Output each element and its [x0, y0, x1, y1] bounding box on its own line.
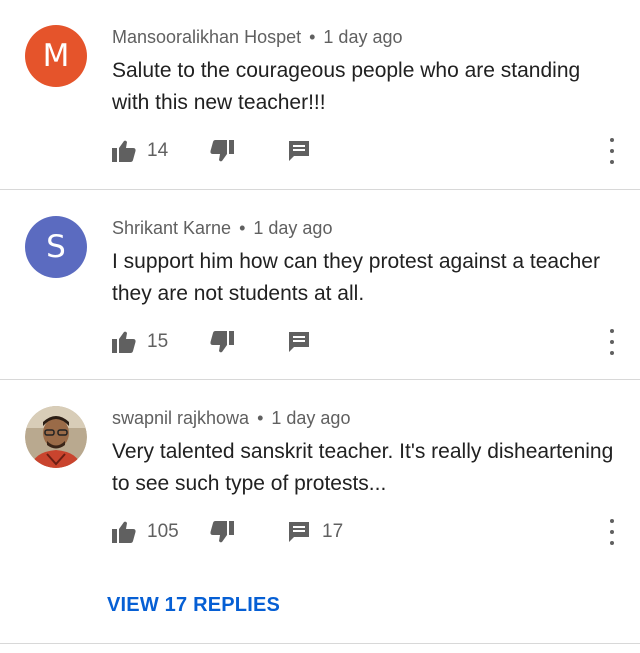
avatar-letter: M	[42, 38, 70, 74]
reply-button[interactable]	[288, 327, 310, 357]
avatar-photo	[25, 406, 87, 468]
comment-text: I support him how can they protest again…	[112, 250, 600, 305]
more-vert-icon[interactable]	[608, 519, 616, 545]
comment-time: 1 day ago	[253, 218, 333, 238]
comment-meta: Shrikant Karne • 1 day ago	[112, 218, 332, 239]
reply-icon	[288, 140, 310, 162]
more-vert-icon[interactable]	[608, 329, 616, 355]
like-button[interactable]: 105	[112, 517, 179, 547]
meta-separator: •	[309, 27, 316, 47]
comment-actions: 14	[112, 136, 632, 166]
comment-actions: 15	[112, 327, 632, 357]
thumb-up-icon	[112, 331, 136, 353]
reply-button[interactable]: 17	[288, 517, 343, 547]
reply-icon	[288, 331, 310, 353]
thumb-up-icon	[112, 521, 136, 543]
reply-icon	[288, 521, 310, 543]
like-count: 105	[147, 521, 179, 542]
like-button[interactable]: 15	[112, 327, 168, 357]
avatar[interactable]	[25, 406, 87, 468]
thumb-up-icon	[112, 140, 136, 162]
comment-meta: swapnil rajkhowa • 1 day ago	[112, 408, 350, 429]
reply-button[interactable]	[288, 136, 310, 166]
dislike-button[interactable]	[210, 327, 234, 357]
like-count: 15	[147, 331, 169, 352]
comment-item: S Shrikant Karne • 1 day ago I support him…	[0, 191, 640, 380]
divider	[0, 379, 640, 380]
avatar[interactable]: S	[25, 216, 87, 278]
thumb-down-icon	[210, 521, 234, 543]
comment-item: M Mansooralikhan Hospet • 1 day ago Salute…	[0, 0, 640, 190]
comment-author[interactable]: swapnil rajkhowa	[112, 408, 249, 428]
comment-text: Salute to the courageous people who are …	[112, 59, 581, 114]
comment-time: 1 day ago	[271, 408, 351, 428]
divider	[0, 189, 640, 190]
comment-actions: 105 17	[112, 517, 632, 547]
avatar-letter: S	[46, 229, 66, 265]
comment-time: 1 day ago	[323, 27, 403, 47]
like-button[interactable]: 14	[112, 136, 168, 166]
thumb-down-icon	[210, 140, 234, 162]
comment-meta: Mansooralikhan Hospet • 1 day ago	[112, 27, 403, 48]
avatar[interactable]: M	[25, 25, 87, 87]
divider	[0, 643, 640, 644]
comment-text: Very talented sanskrit teacher. It's rea…	[112, 440, 614, 495]
meta-separator: •	[239, 218, 246, 238]
dislike-button[interactable]	[210, 517, 234, 547]
thumb-down-icon	[210, 331, 234, 353]
comment-item: swapnil rajkhowa • 1 day ago Very talented…	[0, 381, 640, 643]
more-vert-icon[interactable]	[608, 138, 616, 164]
meta-separator: •	[257, 408, 264, 428]
dislike-button[interactable]	[210, 136, 234, 166]
comment-author[interactable]: Mansooralikhan Hospet	[112, 27, 301, 47]
comment-author[interactable]: Shrikant Karne	[112, 218, 231, 238]
like-count: 14	[147, 140, 169, 161]
view-replies-button[interactable]: VIEW 17 REPLIES	[107, 594, 280, 617]
reply-count: 17	[322, 521, 344, 542]
